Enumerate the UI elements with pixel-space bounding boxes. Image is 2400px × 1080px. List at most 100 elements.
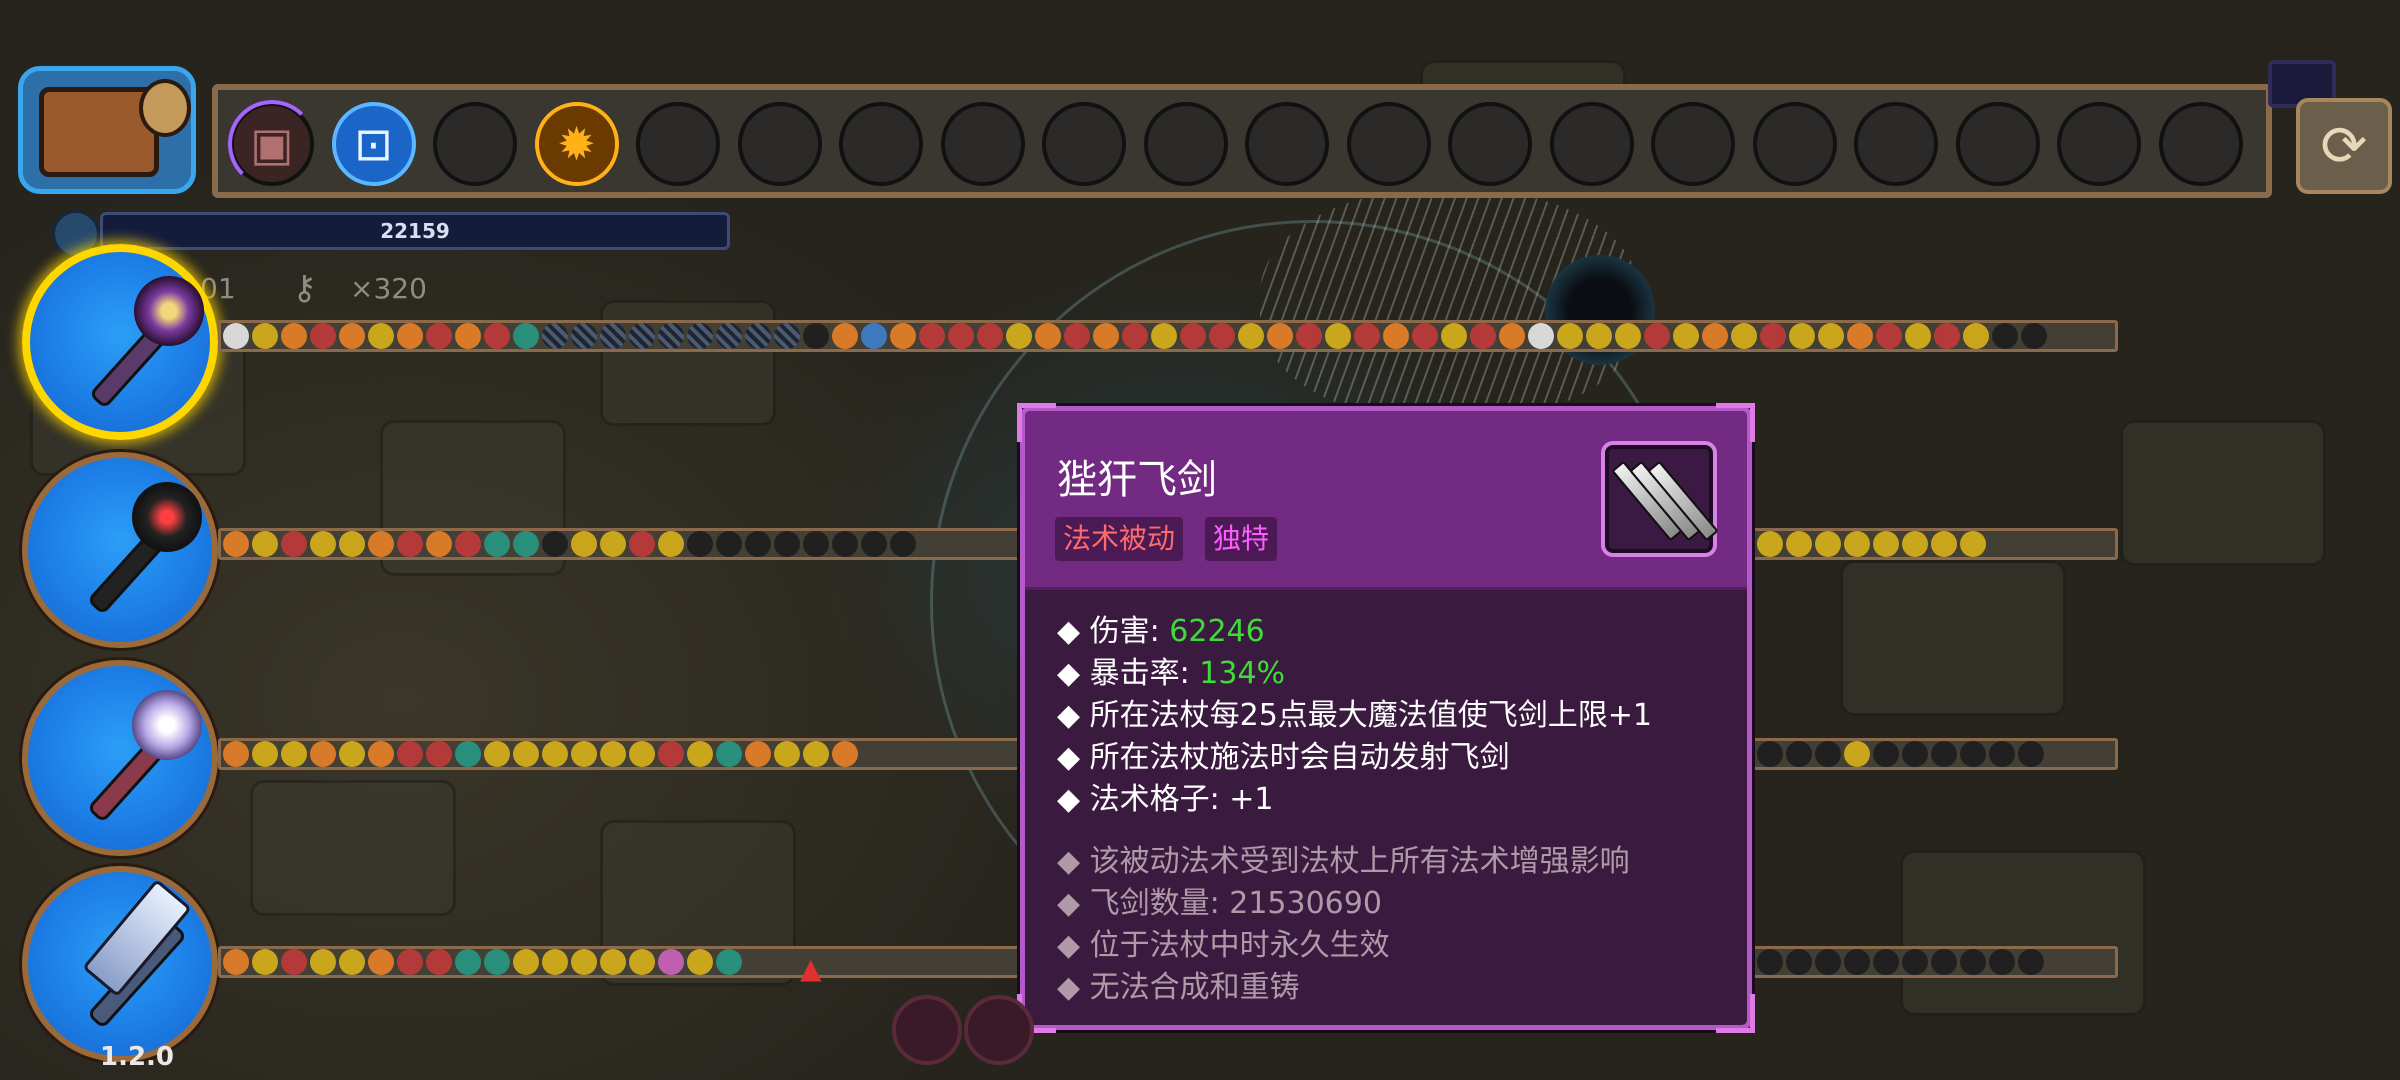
relic-slot-empty[interactable] (1143, 102, 1228, 186)
empty-spell-slot[interactable] (890, 531, 916, 557)
spell-icon[interactable] (571, 949, 597, 975)
inventory-bag-button[interactable] (18, 66, 196, 194)
spell-icon[interactable] (252, 323, 278, 349)
spell-icon[interactable] (1064, 323, 1090, 349)
empty-spell-slot[interactable] (803, 323, 829, 349)
spell-icon[interactable] (832, 323, 858, 349)
spell-icon[interactable] (658, 949, 684, 975)
spell-icon[interactable] (397, 949, 423, 975)
spell-icon[interactable] (687, 741, 713, 767)
spell-icon[interactable] (455, 949, 481, 975)
spell-icon[interactable] (1786, 531, 1812, 557)
empty-spell-slot[interactable] (1992, 323, 2018, 349)
spell-icon[interactable] (1934, 323, 1960, 349)
spell-icon[interactable] (600, 741, 626, 767)
relic-slot-empty[interactable] (1752, 102, 1837, 186)
spell-icon[interactable] (1209, 323, 1235, 349)
spell-icon[interactable] (1499, 323, 1525, 349)
empty-spell-slot[interactable] (745, 531, 771, 557)
spell-icon[interactable] (310, 949, 336, 975)
empty-spell-slot[interactable] (1902, 949, 1928, 975)
empty-spell-slot[interactable] (1960, 949, 1986, 975)
spell-row-3[interactable] (218, 738, 1024, 770)
spell-icon[interactable] (542, 741, 568, 767)
relic-slot-empty[interactable] (839, 102, 923, 186)
relic-slot-empty[interactable] (1651, 102, 1735, 186)
spell-icon[interactable] (513, 949, 539, 975)
spell-icon[interactable] (1844, 741, 1870, 767)
spell-icon[interactable] (368, 949, 394, 975)
spell-icon[interactable] (252, 531, 278, 557)
spell-icon[interactable] (281, 323, 307, 349)
spell-icon[interactable] (1960, 531, 1986, 557)
spell-icon[interactable] (1615, 323, 1641, 349)
spell-icon[interactable] (977, 323, 1003, 349)
empty-spell-slot[interactable] (1815, 741, 1841, 767)
relic-slot-empty[interactable] (1854, 102, 1938, 186)
spell-icon[interactable] (1151, 323, 1177, 349)
spell-icon[interactable] (397, 531, 423, 557)
spell-icon[interactable] (1644, 323, 1670, 349)
empty-spell-slot[interactable] (2018, 741, 2044, 767)
spell-icon[interactable] (310, 531, 336, 557)
spell-row-4[interactable] (218, 946, 1024, 978)
spell-icon[interactable] (600, 949, 626, 975)
relic-slot-empty[interactable] (737, 102, 822, 186)
spell-icon[interactable] (281, 949, 307, 975)
spell-icon[interactable] (426, 741, 452, 767)
spell-icon[interactable] (1673, 323, 1699, 349)
spell-icon[interactable] (600, 531, 626, 557)
spell-icon[interactable] (861, 323, 887, 349)
empty-spell-slot[interactable] (1931, 741, 1957, 767)
spell-icon[interactable] (1006, 323, 1032, 349)
empty-spell-slot[interactable] (2018, 949, 2044, 975)
spell-row-4-right[interactable] (1752, 946, 2118, 978)
spell-icon[interactable] (716, 323, 742, 349)
relic-slot-empty[interactable] (1346, 102, 1431, 186)
empty-spell-slot[interactable] (1757, 949, 1783, 975)
spell-icon[interactable] (1902, 531, 1928, 557)
wand-slot-3[interactable] (22, 660, 218, 856)
spell-icon[interactable] (658, 531, 684, 557)
spell-icon[interactable] (368, 531, 394, 557)
spell-icon[interactable] (1470, 323, 1496, 349)
empty-spell-slot[interactable] (1844, 949, 1870, 975)
spell-icon[interactable] (745, 741, 771, 767)
spell-icon[interactable] (774, 741, 800, 767)
spell-icon[interactable] (1035, 323, 1061, 349)
spell-icon[interactable] (774, 323, 800, 349)
empty-spell-slot[interactable] (803, 531, 829, 557)
spell-icon[interactable] (1847, 323, 1873, 349)
spell-icon[interactable] (600, 323, 626, 349)
empty-spell-slot[interactable] (861, 531, 887, 557)
relic-slot-empty[interactable] (2057, 102, 2141, 186)
spell-icon[interactable] (252, 741, 278, 767)
refresh-button[interactable]: ⟳ (2296, 98, 2392, 194)
spell-icon[interactable] (542, 323, 568, 349)
spell-icon[interactable] (1412, 323, 1438, 349)
spell-icon[interactable] (513, 531, 539, 557)
spell-icon[interactable] (223, 949, 249, 975)
spell-icon[interactable] (252, 949, 278, 975)
spell-icon[interactable] (658, 741, 684, 767)
wand-slot-4[interactable] (22, 866, 218, 1062)
spell-icon[interactable] (1876, 323, 1902, 349)
relic-slot-empty[interactable] (1448, 102, 1532, 186)
wand-slot-2[interactable] (22, 452, 218, 648)
spiral-rune-icon[interactable]: ⊡ (331, 102, 416, 186)
relic-slot-empty[interactable] (433, 102, 517, 186)
spell-icon[interactable] (484, 741, 510, 767)
spell-icon[interactable] (803, 741, 829, 767)
spell-icon[interactable] (310, 741, 336, 767)
empty-spell-slot[interactable] (1960, 741, 1986, 767)
spell-icon[interactable] (832, 741, 858, 767)
spell-icon[interactable] (281, 531, 307, 557)
spell-icon[interactable] (1931, 531, 1957, 557)
spell-icon[interactable] (1586, 323, 1612, 349)
spell-icon[interactable] (368, 741, 394, 767)
wand-slot-1[interactable] (22, 244, 218, 440)
spell-icon[interactable] (1873, 531, 1899, 557)
empty-spell-slot[interactable] (1989, 741, 2015, 767)
relic-slot-empty[interactable] (1955, 102, 2040, 186)
spell-icon[interactable] (1238, 323, 1264, 349)
